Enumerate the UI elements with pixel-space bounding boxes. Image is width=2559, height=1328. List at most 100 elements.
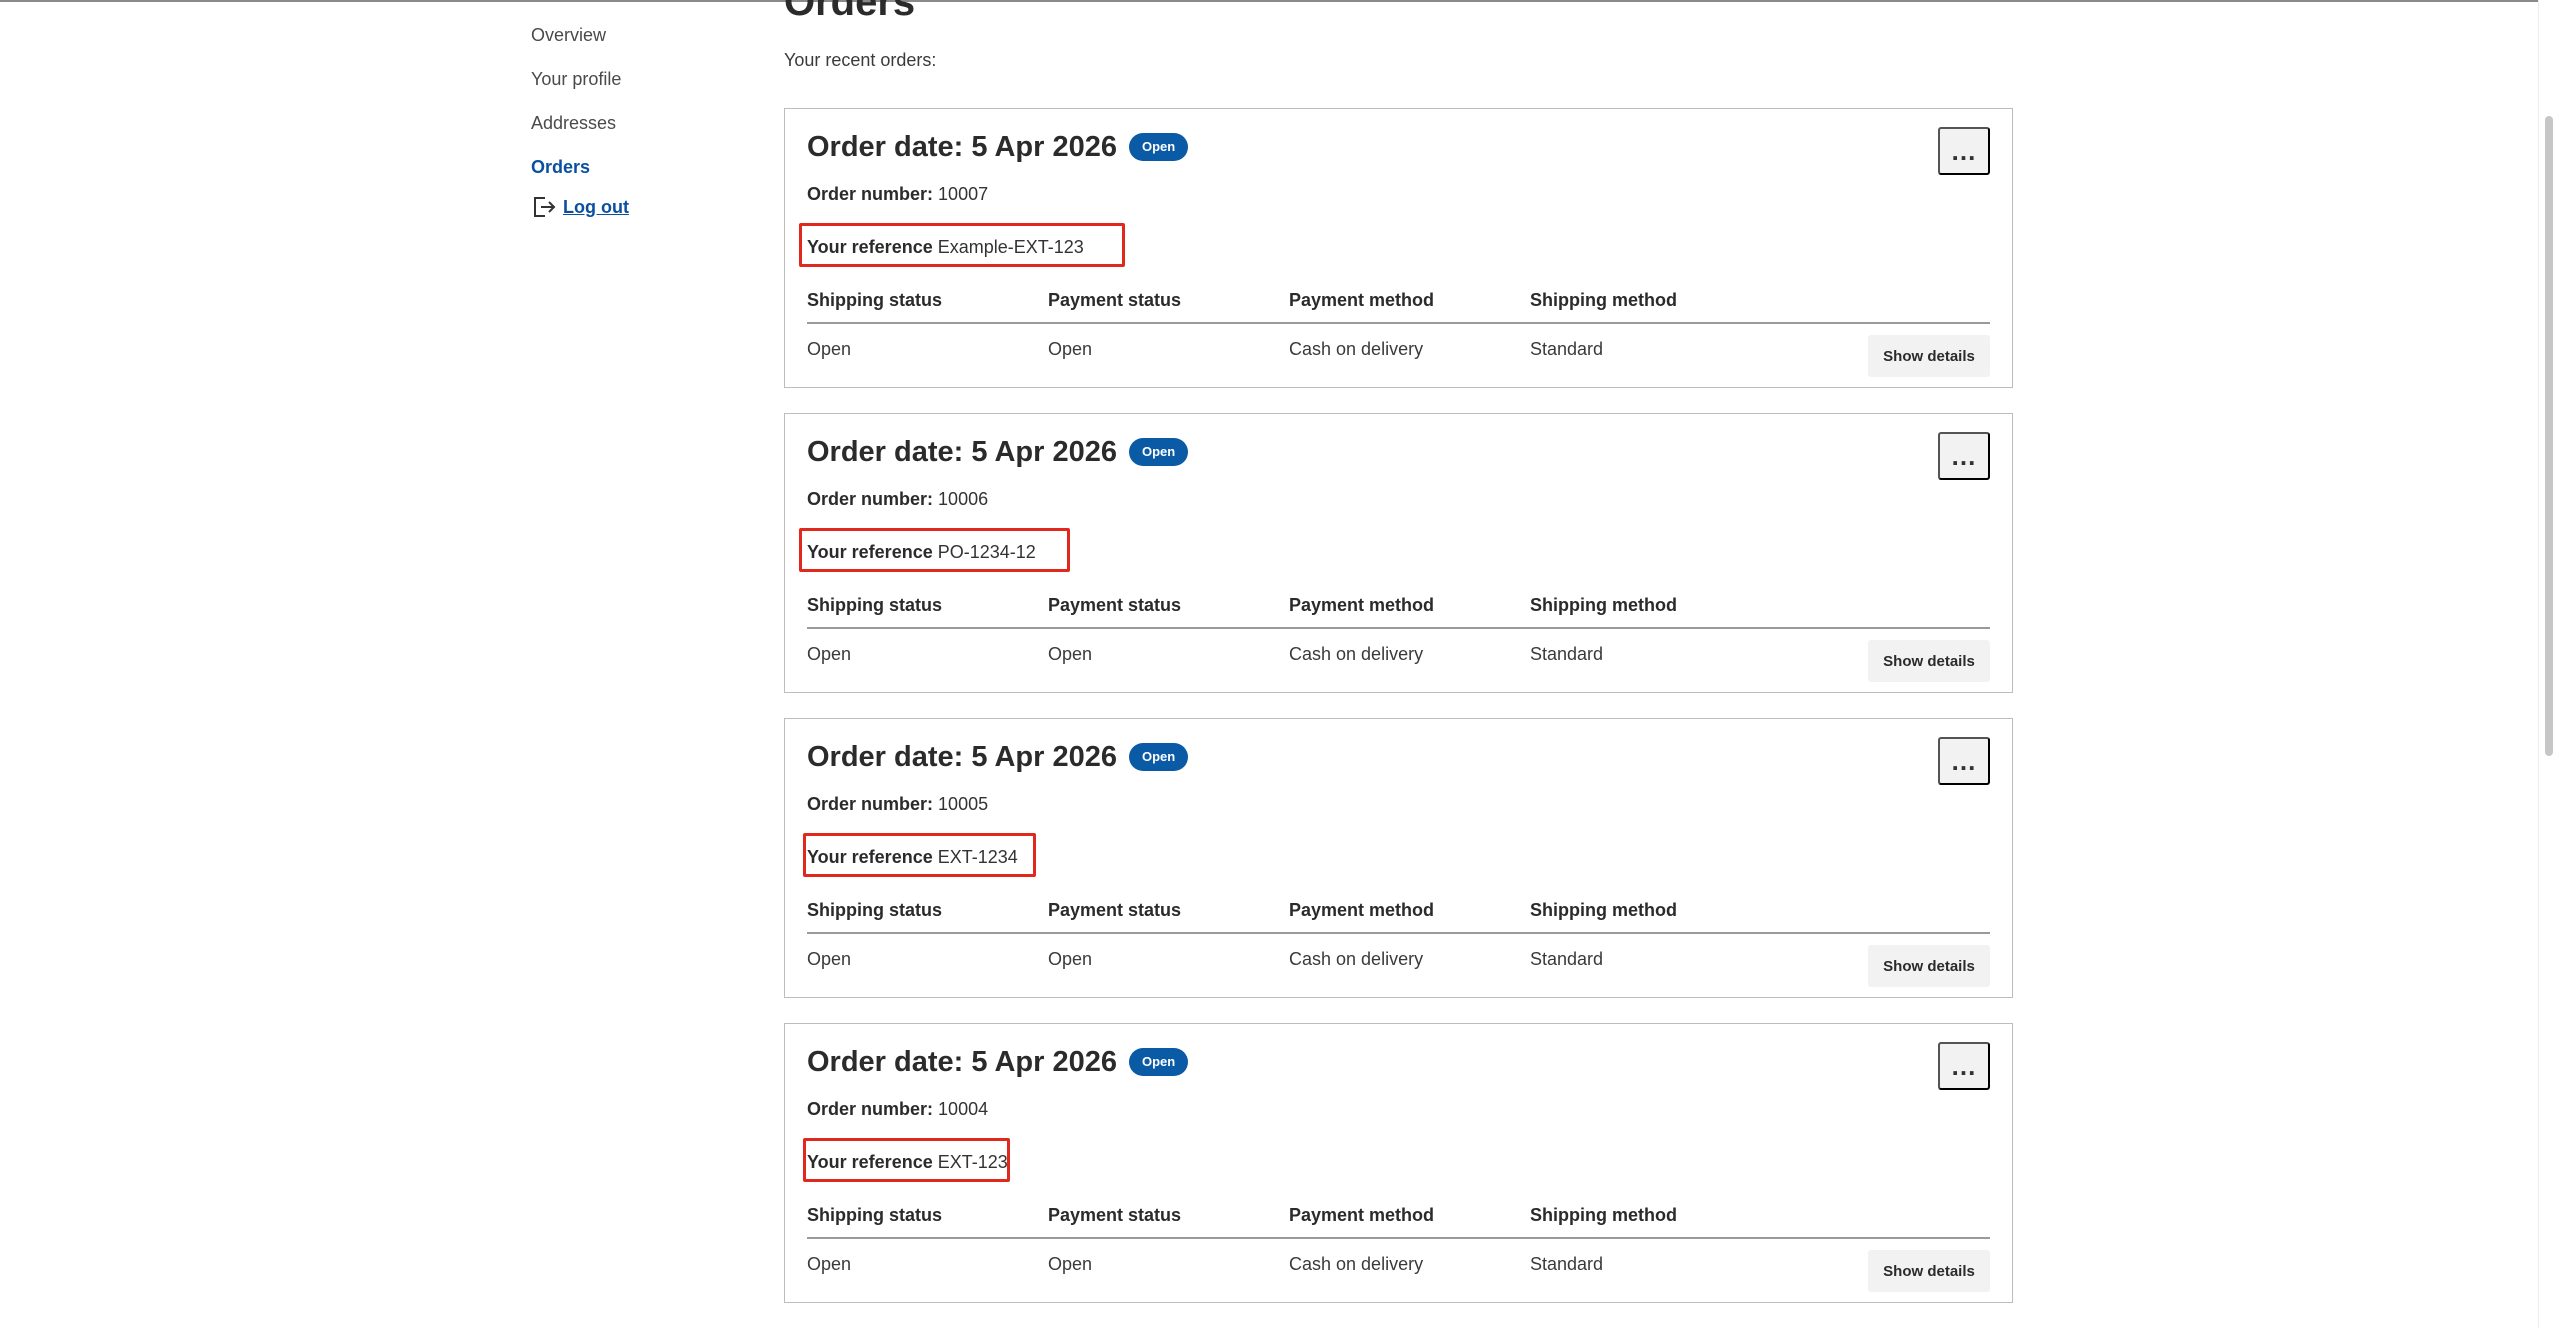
column-header-shipping-status: Shipping status xyxy=(807,595,942,615)
order-number-label: Order number: xyxy=(807,794,934,814)
table-divider xyxy=(807,627,1990,629)
reference-value: PO-1234-12 xyxy=(937,542,1036,562)
more-horizontal-icon: … xyxy=(1950,1050,1978,1081)
order-header: Order date: 5 Apr 2026 Open xyxy=(807,127,1189,167)
order-header: Order date: 5 Apr 2026 Open xyxy=(807,1042,1189,1082)
order-more-button[interactable]: … xyxy=(1938,1042,1990,1090)
scrollbar-thumb[interactable] xyxy=(2545,116,2553,756)
account-sidebar: Overview Your profile Addresses Orders L… xyxy=(531,22,761,222)
cell-shipping-status: Open xyxy=(807,339,852,359)
cell-payment-status: Open xyxy=(1048,1254,1093,1274)
reference-value: Example-EXT-123 xyxy=(937,237,1084,257)
table-divider xyxy=(807,1237,1990,1239)
status-badge: Open xyxy=(1129,1048,1189,1076)
cell-payment-method: Cash on delivery xyxy=(1289,644,1424,664)
column-header-payment-method: Payment method xyxy=(1289,900,1435,920)
page-title: Orders xyxy=(784,0,916,24)
show-details-button[interactable]: Show details xyxy=(1868,945,1990,987)
top-border xyxy=(0,0,2559,2)
sidebar-item-overview[interactable]: Overview xyxy=(531,22,761,66)
column-header-payment-status: Payment status xyxy=(1048,1205,1182,1225)
order-number: Order number: 10006 xyxy=(807,486,988,512)
column-header-payment-status: Payment status xyxy=(1048,595,1182,615)
order-date: Order date: 5 Apr 2026 xyxy=(807,436,1117,468)
cell-payment-status: Open xyxy=(1048,644,1093,664)
order-date: Order date: 5 Apr 2026 xyxy=(807,741,1117,773)
order-card: Order date: 5 Apr 2026 Open … Order numbe… xyxy=(784,1023,2013,1303)
column-header-payment-method: Payment method xyxy=(1289,595,1435,615)
order-reference: Your reference EXT-123 xyxy=(807,1149,1008,1175)
more-horizontal-icon: … xyxy=(1950,745,1978,776)
order-reference: Your reference PO-1234-12 xyxy=(807,539,1036,565)
order-number-label: Order number: xyxy=(807,1099,934,1119)
reference-label: Your reference xyxy=(807,542,933,562)
logout-label: Log out xyxy=(563,196,629,217)
cell-payment-method: Cash on delivery xyxy=(1289,339,1424,359)
cell-payment-method: Cash on delivery xyxy=(1289,949,1424,969)
column-header-payment-status: Payment status xyxy=(1048,900,1182,920)
order-more-button[interactable]: … xyxy=(1938,737,1990,785)
order-more-button[interactable]: … xyxy=(1938,127,1990,175)
reference-value: EXT-1234 xyxy=(937,847,1018,867)
order-number-label: Order number: xyxy=(807,184,934,204)
reference-value: EXT-123 xyxy=(937,1152,1008,1172)
reference-label: Your reference xyxy=(807,847,933,867)
cell-shipping-status: Open xyxy=(807,1254,852,1274)
column-header-shipping-method: Shipping method xyxy=(1530,290,1677,310)
orders-intro: Your recent orders: xyxy=(784,50,937,70)
logout-link[interactable]: Log out xyxy=(531,192,761,222)
cell-shipping-method: Standard xyxy=(1530,949,1604,969)
cell-payment-method: Cash on delivery xyxy=(1289,1254,1424,1274)
sidebar-item-orders[interactable]: Orders xyxy=(531,154,761,192)
order-card: Order date: 5 Apr 2026 Open … Order numbe… xyxy=(784,413,2013,693)
cell-shipping-status: Open xyxy=(807,644,852,664)
order-card: Order date: 5 Apr 2026 Open … Order numbe… xyxy=(784,718,2013,998)
column-header-shipping-method: Shipping method xyxy=(1530,900,1677,920)
column-header-shipping-status: Shipping status xyxy=(807,1205,942,1225)
column-header-payment-status: Payment status xyxy=(1048,290,1182,310)
column-header-payment-method: Payment method xyxy=(1289,1205,1435,1225)
order-header: Order date: 5 Apr 2026 Open xyxy=(807,737,1189,777)
table-divider xyxy=(807,322,1990,324)
order-number-value: 10004 xyxy=(938,1099,989,1119)
show-details-button[interactable]: Show details xyxy=(1868,640,1990,682)
order-number-label: Order number: xyxy=(807,489,934,509)
order-card: Order date: 5 Apr 2026 Open … Order numbe… xyxy=(784,108,2013,388)
order-number: Order number: 10007 xyxy=(807,181,988,207)
cell-shipping-method: Standard xyxy=(1530,644,1604,664)
show-details-button[interactable]: Show details xyxy=(1868,335,1990,377)
status-badge: Open xyxy=(1129,743,1189,771)
reference-label: Your reference xyxy=(807,1152,933,1172)
show-details-button[interactable]: Show details xyxy=(1868,1250,1990,1292)
order-more-button[interactable]: … xyxy=(1938,432,1990,480)
order-date: Order date: 5 Apr 2026 xyxy=(807,1046,1117,1078)
order-number-value: 10007 xyxy=(938,184,989,204)
order-number-value: 10005 xyxy=(938,794,989,814)
cell-shipping-status: Open xyxy=(807,949,852,969)
order-number: Order number: 10004 xyxy=(807,1096,988,1122)
order-header: Order date: 5 Apr 2026 Open xyxy=(807,432,1189,472)
sidebar-item-addresses[interactable]: Addresses xyxy=(531,110,761,154)
order-reference: Your reference EXT-1234 xyxy=(807,844,1018,870)
status-badge: Open xyxy=(1129,438,1189,466)
cell-payment-status: Open xyxy=(1048,949,1093,969)
order-number-value: 10006 xyxy=(938,489,989,509)
cell-shipping-method: Standard xyxy=(1530,1254,1604,1274)
column-header-shipping-method: Shipping method xyxy=(1530,1205,1677,1225)
order-date: Order date: 5 Apr 2026 xyxy=(807,131,1117,163)
order-number: Order number: 10005 xyxy=(807,791,988,817)
cell-shipping-method: Standard xyxy=(1530,339,1604,359)
reference-label: Your reference xyxy=(807,237,933,257)
column-header-shipping-status: Shipping status xyxy=(807,900,942,920)
column-header-shipping-method: Shipping method xyxy=(1530,595,1677,615)
cell-payment-status: Open xyxy=(1048,339,1093,359)
more-horizontal-icon: … xyxy=(1950,135,1978,166)
logout-icon xyxy=(534,197,556,217)
status-badge: Open xyxy=(1129,133,1189,161)
more-horizontal-icon: … xyxy=(1950,440,1978,471)
sidebar-item-your-profile[interactable]: Your profile xyxy=(531,66,761,110)
column-header-shipping-status: Shipping status xyxy=(807,290,942,310)
order-reference: Your reference Example-EXT-123 xyxy=(807,234,1084,260)
column-header-payment-method: Payment method xyxy=(1289,290,1435,310)
table-divider xyxy=(807,932,1990,934)
